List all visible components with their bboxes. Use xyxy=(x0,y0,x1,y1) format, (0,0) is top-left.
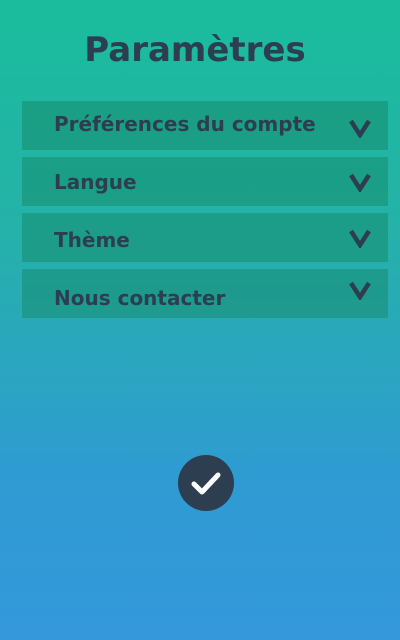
menu-item-language[interactable]: Langue xyxy=(22,157,388,206)
menu-item-label: Préférences du compte xyxy=(54,112,316,136)
chevron-down-icon xyxy=(349,173,371,192)
page-title: Paramètres xyxy=(84,30,306,70)
menu-item-contact-us[interactable]: Nous contacter xyxy=(22,269,388,318)
confirm-button[interactable] xyxy=(178,455,234,511)
chevron-down-icon xyxy=(349,229,371,248)
settings-menu: Préférences du compte Langue Thème Nous … xyxy=(22,101,388,325)
checkmark-icon xyxy=(191,472,221,495)
menu-item-label: Langue xyxy=(54,170,137,194)
menu-item-label: Nous contacter xyxy=(54,286,226,310)
menu-item-label: Thème xyxy=(54,228,130,252)
menu-item-theme[interactable]: Thème xyxy=(22,213,388,262)
chevron-down-icon xyxy=(349,281,371,300)
menu-item-account-preferences[interactable]: Préférences du compte xyxy=(22,101,388,150)
chevron-down-icon xyxy=(349,119,371,138)
